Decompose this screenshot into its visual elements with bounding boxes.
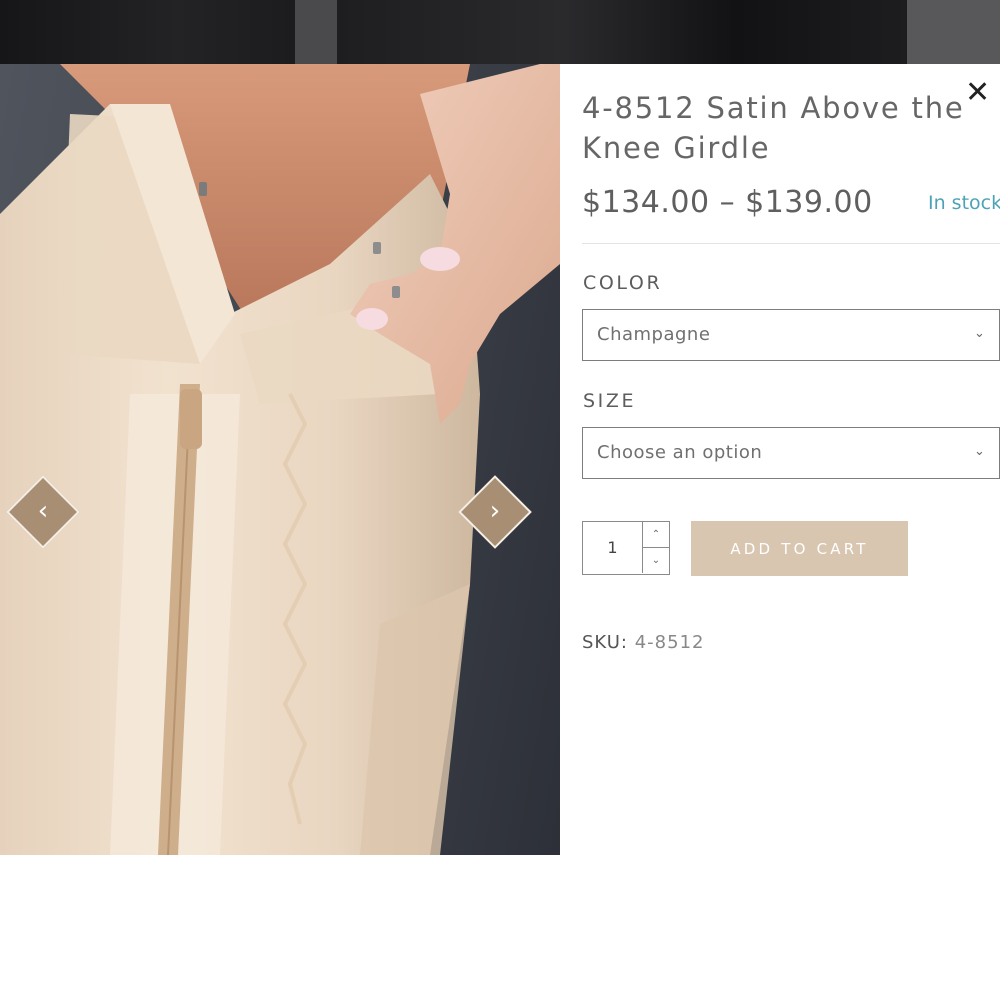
chevron-left-icon: ‹ (37, 496, 49, 526)
product-price-range: $134.00 – $139.00 (582, 185, 873, 220)
thumbnail-image (907, 0, 1000, 64)
sku-line: SKU: 4-8512 (582, 632, 705, 653)
chevron-down-icon: ⌄ (974, 326, 985, 341)
background-thumbnail-strip (0, 0, 1000, 64)
quantity-decrement-button[interactable]: ⌄ (643, 548, 669, 573)
product-image-gallery: ‹ › (0, 64, 560, 855)
product-title: 4-8512 Satin Above the Knee Girdle (582, 91, 965, 165)
product-photo (0, 64, 560, 855)
thumbnail-image (337, 0, 907, 64)
size-select[interactable]: Choose an option ⌄ (582, 427, 1000, 479)
size-select-value: Choose an option (597, 442, 763, 463)
chevron-down-icon: ⌄ (974, 444, 985, 459)
quantity-stepper[interactable]: 1 ⌃ ⌄ (582, 521, 670, 575)
thumbnail-image (0, 0, 295, 64)
sku-label: SKU: (582, 632, 628, 653)
stock-status: In stock (928, 192, 1000, 214)
add-to-cart-button[interactable]: ADD TO CART (691, 521, 908, 576)
quantity-increment-button[interactable]: ⌃ (643, 522, 669, 548)
size-label: SIZE (583, 390, 637, 412)
quantity-input[interactable]: 1 (583, 522, 642, 573)
color-label: COLOR (583, 272, 663, 294)
sku-value: 4-8512 (634, 632, 705, 653)
chevron-right-icon: › (489, 496, 501, 526)
divider (582, 243, 1000, 244)
color-select-value: Champagne (597, 324, 711, 345)
thumbnail-image (295, 0, 337, 64)
color-select[interactable]: Champagne ⌄ (582, 309, 1000, 361)
